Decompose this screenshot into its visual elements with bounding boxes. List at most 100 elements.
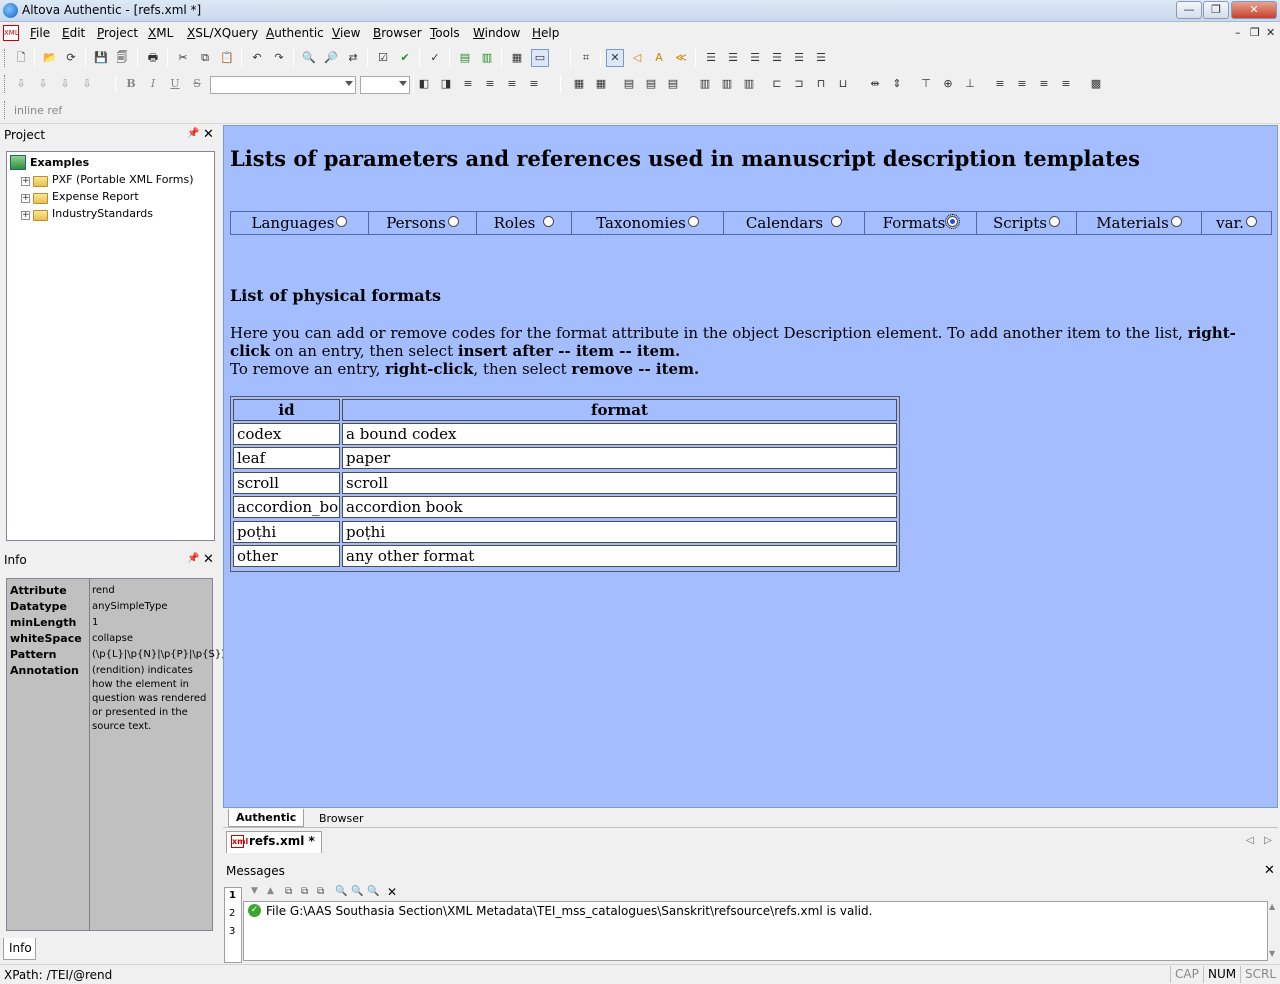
font-size-select[interactable] — [360, 76, 410, 94]
menu-window[interactable]: Window — [473, 26, 520, 40]
justify-icon[interactable]: ≡ — [525, 75, 543, 93]
file-tab-refs-xml[interactable]: xml refs.xml * — [226, 831, 322, 853]
close-panel-icon[interactable]: ✕ — [203, 127, 214, 142]
menu-xsl-xquery[interactable]: XSL/XQuery — [187, 26, 258, 40]
background-color-icon[interactable]: ◨ — [437, 75, 455, 93]
db-query-icon[interactable]: ▤ — [456, 49, 474, 67]
menu-file[interactable]: File — [30, 26, 50, 40]
tree-item-expense-report[interactable]: Expense Report — [52, 190, 139, 203]
align-left-icon[interactable]: ≡ — [459, 75, 477, 93]
table-cell-format[interactable]: a bound codex — [342, 423, 897, 445]
export-rtf-icon[interactable]: ⇩ — [34, 75, 52, 93]
expand-icon[interactable]: + — [21, 194, 30, 203]
cell-align-left-icon[interactable]: ≡ — [991, 75, 1009, 93]
radio-icon[interactable] — [831, 216, 843, 227]
close-button[interactable]: ✕ — [1231, 1, 1277, 19]
find-previous-message-icon[interactable]: 🔍 — [367, 886, 379, 897]
message-page-tab[interactable]: 1 — [229, 890, 236, 901]
menu-project[interactable]: Project — [97, 26, 138, 40]
new-file-icon[interactable]: 🗋 — [12, 49, 30, 67]
copy-all-icon[interactable]: ⧉ — [301, 886, 308, 897]
duplicate-row-icon[interactable]: ☰ — [746, 49, 764, 67]
menu-help[interactable]: Help — [532, 26, 559, 40]
split-horizontal-icon[interactable]: ⇹ — [866, 75, 884, 93]
tab-scripts[interactable]: Scripts — [977, 212, 1077, 234]
mdi-restore-button[interactable]: ❐ — [1250, 26, 1260, 39]
radio-icon[interactable] — [1048, 216, 1060, 227]
authentic-document-view[interactable]: Lists of parameters and references used … — [223, 125, 1278, 808]
tab-authentic[interactable]: Authentic — [228, 809, 305, 827]
cut-icon[interactable]: ✂ — [174, 49, 192, 67]
insert-column-icon[interactable]: ▥ — [718, 75, 736, 93]
append-row-table-icon[interactable]: ▤ — [620, 75, 638, 93]
previous-message-icon[interactable]: ▲ — [267, 886, 274, 896]
print-icon[interactable]: 🖶 — [144, 49, 162, 67]
tree-item-industry-standards[interactable]: IndustryStandards — [52, 207, 153, 220]
insert-row-table-icon[interactable]: ▤ — [642, 75, 660, 93]
table-cell-id[interactable]: other — [233, 545, 340, 567]
redo-icon[interactable]: ↷ — [270, 49, 288, 67]
valign-top-icon[interactable]: ⊤ — [917, 75, 935, 93]
insert-table-icon[interactable]: ▦ — [570, 75, 588, 93]
paste-icon[interactable]: 📋 — [218, 49, 236, 67]
expand-icon[interactable]: + — [21, 211, 30, 220]
radio-icon[interactable] — [1170, 216, 1182, 227]
join-up-icon[interactable]: ⊓ — [812, 75, 830, 93]
tab-persons[interactable]: Persons — [369, 212, 477, 234]
radio-selected-icon[interactable] — [945, 214, 961, 229]
expand-icon[interactable]: + — [21, 177, 30, 186]
delete-row-table-icon[interactable]: ▤ — [664, 75, 682, 93]
save-all-icon[interactable]: 🗐 — [113, 49, 131, 67]
toolbar-grip[interactable] — [4, 75, 8, 93]
radio-icon[interactable] — [1245, 216, 1257, 227]
spelling-icon[interactable]: ✓ — [426, 49, 444, 67]
export-html-icon[interactable]: ⇩ — [12, 75, 30, 93]
message-page-tab[interactable]: 2 — [229, 908, 235, 919]
join-left-icon[interactable]: ⊏ — [768, 75, 786, 93]
join-down-icon[interactable]: ⊔ — [834, 75, 852, 93]
restore-button[interactable]: ❐ — [1203, 1, 1229, 19]
tab-calendars[interactable]: Calendars — [724, 212, 865, 234]
join-right-icon[interactable]: ⊐ — [790, 75, 808, 93]
move-row-up-icon[interactable]: ☰ — [768, 49, 786, 67]
font-family-select[interactable] — [210, 76, 356, 94]
delete-column-icon[interactable]: ▥ — [740, 75, 758, 93]
table-cell-id[interactable]: accordion_book — [233, 496, 340, 518]
replace-icon[interactable]: ⇄ — [344, 49, 362, 67]
project-window-icon[interactable]: ▦ — [508, 49, 526, 67]
tab-var[interactable]: var. — [1202, 212, 1271, 234]
export-docx-icon[interactable]: ⇩ — [78, 75, 96, 93]
split-vertical-icon[interactable]: ⇕ — [888, 75, 906, 93]
validate-icon[interactable]: ✔ — [396, 49, 414, 67]
close-messages-icon[interactable]: ✕ — [1264, 863, 1275, 878]
tab-taxonomies[interactable]: Taxonomies — [572, 212, 724, 234]
menu-edit[interactable]: Edit — [62, 26, 85, 40]
messages-scrollbar[interactable]: ▲ ▼ — [1268, 901, 1280, 961]
table-cell-format[interactable]: accordion book — [342, 496, 897, 518]
table-cell-id[interactable]: codex — [233, 423, 340, 445]
pin-icon[interactable]: 📌 — [187, 128, 199, 139]
pin-icon[interactable]: 📌 — [187, 553, 199, 564]
tab-info[interactable]: Info — [3, 938, 36, 960]
tab-materials[interactable]: Materials — [1077, 212, 1202, 234]
next-message-icon[interactable]: ▼ — [251, 886, 258, 896]
table-cell-id[interactable]: leaf — [233, 447, 340, 469]
project-tree[interactable]: Examples + PXF (Portable XML Forms) + Ex… — [6, 151, 215, 541]
underline-icon[interactable]: U — [166, 75, 184, 93]
table-cell-format[interactable]: any other format — [342, 545, 897, 567]
reload-icon[interactable]: ⟳ — [62, 49, 80, 67]
bold-icon[interactable]: B — [122, 75, 140, 93]
append-row-icon[interactable]: ☰ — [702, 49, 720, 67]
menu-tools[interactable]: Tools — [430, 26, 460, 40]
tab-formats[interactable]: Formats — [865, 212, 977, 234]
menu-view[interactable]: View — [332, 26, 360, 40]
find-message-icon[interactable]: 🔍 — [335, 886, 347, 897]
cell-justify-icon[interactable]: ≡ — [1057, 75, 1075, 93]
table-properties-icon[interactable]: ▩ — [1087, 75, 1105, 93]
insert-row-icon[interactable]: ☰ — [724, 49, 742, 67]
scroll-tabs-left-icon[interactable]: ◁ — [1246, 835, 1254, 846]
table-cell-format[interactable]: scroll — [342, 472, 897, 494]
clear-messages-icon[interactable]: ✕ — [387, 885, 397, 899]
scroll-up-icon[interactable]: ▲ — [1269, 902, 1275, 911]
radio-icon[interactable] — [336, 216, 348, 227]
